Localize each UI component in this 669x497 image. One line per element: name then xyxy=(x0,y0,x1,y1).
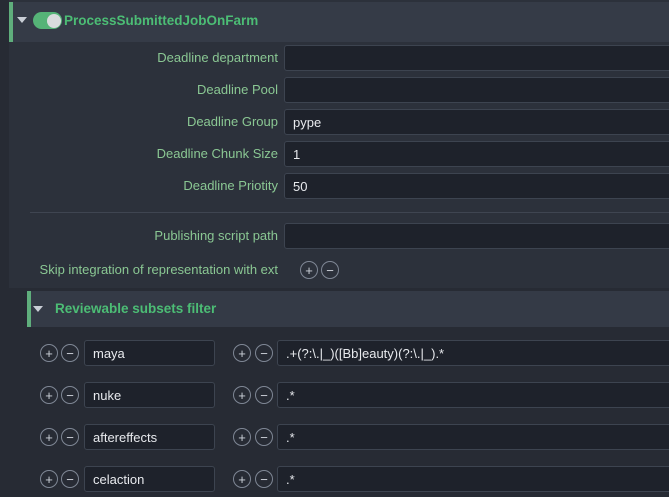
add-pattern-button[interactable]: + xyxy=(233,428,251,446)
remove-pattern-button[interactable]: − xyxy=(255,428,273,446)
remove-pattern-button[interactable]: − xyxy=(255,344,273,362)
input-deadline-pool[interactable] xyxy=(284,77,669,103)
input-deadline-group[interactable] xyxy=(284,109,669,135)
filter-key-input[interactable] xyxy=(84,424,215,450)
remove-pattern-button[interactable]: − xyxy=(255,386,273,404)
remove-key-button[interactable]: − xyxy=(61,344,79,362)
add-pattern-button[interactable]: + xyxy=(233,344,251,362)
label-skip-integration: Skip integration of representation with … xyxy=(0,257,278,283)
chevron-down-icon[interactable] xyxy=(17,17,27,23)
plugin-title: ProcessSubmittedJobOnFarm xyxy=(64,13,258,28)
add-key-button[interactable]: + xyxy=(40,428,58,446)
filter-key-input[interactable] xyxy=(84,382,215,408)
label-publishing-script-path: Publishing script path xyxy=(0,223,278,249)
label-deadline-priority: Deadline Priotity xyxy=(0,173,278,199)
label-deadline-group: Deadline Group xyxy=(0,109,278,135)
remove-key-button[interactable]: − xyxy=(61,470,79,488)
plugin-enabled-toggle[interactable] xyxy=(33,12,62,29)
filter-section-title: Reviewable subsets filter xyxy=(55,301,216,316)
add-key-button[interactable]: + xyxy=(40,344,58,362)
filter-key-input[interactable] xyxy=(84,466,215,492)
add-key-button[interactable]: + xyxy=(40,386,58,404)
remove-pattern-button[interactable]: − xyxy=(255,470,273,488)
filter-pattern-input[interactable] xyxy=(277,340,669,366)
divider xyxy=(30,212,669,213)
filter-pattern-input[interactable] xyxy=(277,382,669,408)
remove-key-button[interactable]: − xyxy=(61,428,79,446)
chevron-down-icon[interactable] xyxy=(33,306,43,312)
filter-section-accent-bar xyxy=(27,291,31,327)
filter-key-input[interactable] xyxy=(84,340,215,366)
plugin-accent-bar xyxy=(9,2,13,42)
filter-pattern-input[interactable] xyxy=(277,466,669,492)
label-deadline-pool: Deadline Pool xyxy=(0,77,278,103)
add-key-button[interactable]: + xyxy=(40,470,58,488)
filter-pattern-input[interactable] xyxy=(277,424,669,450)
remove-key-button[interactable]: − xyxy=(61,386,79,404)
input-publishing-script-path[interactable] xyxy=(284,223,669,249)
add-pattern-button[interactable]: + xyxy=(233,386,251,404)
label-deadline-department: Deadline department xyxy=(0,45,278,71)
remove-item-button[interactable]: − xyxy=(321,261,339,279)
add-pattern-button[interactable]: + xyxy=(233,470,251,488)
settings-screen: ProcessSubmittedJobOnFarm Deadline depar… xyxy=(0,0,669,497)
input-deadline-department[interactable] xyxy=(284,45,669,71)
input-deadline-priority[interactable] xyxy=(284,173,669,199)
label-deadline-chunk-size: Deadline Chunk Size xyxy=(0,141,278,167)
toggle-knob-icon xyxy=(47,14,61,28)
input-deadline-chunk-size[interactable] xyxy=(284,141,669,167)
add-item-button[interactable]: + xyxy=(300,261,318,279)
